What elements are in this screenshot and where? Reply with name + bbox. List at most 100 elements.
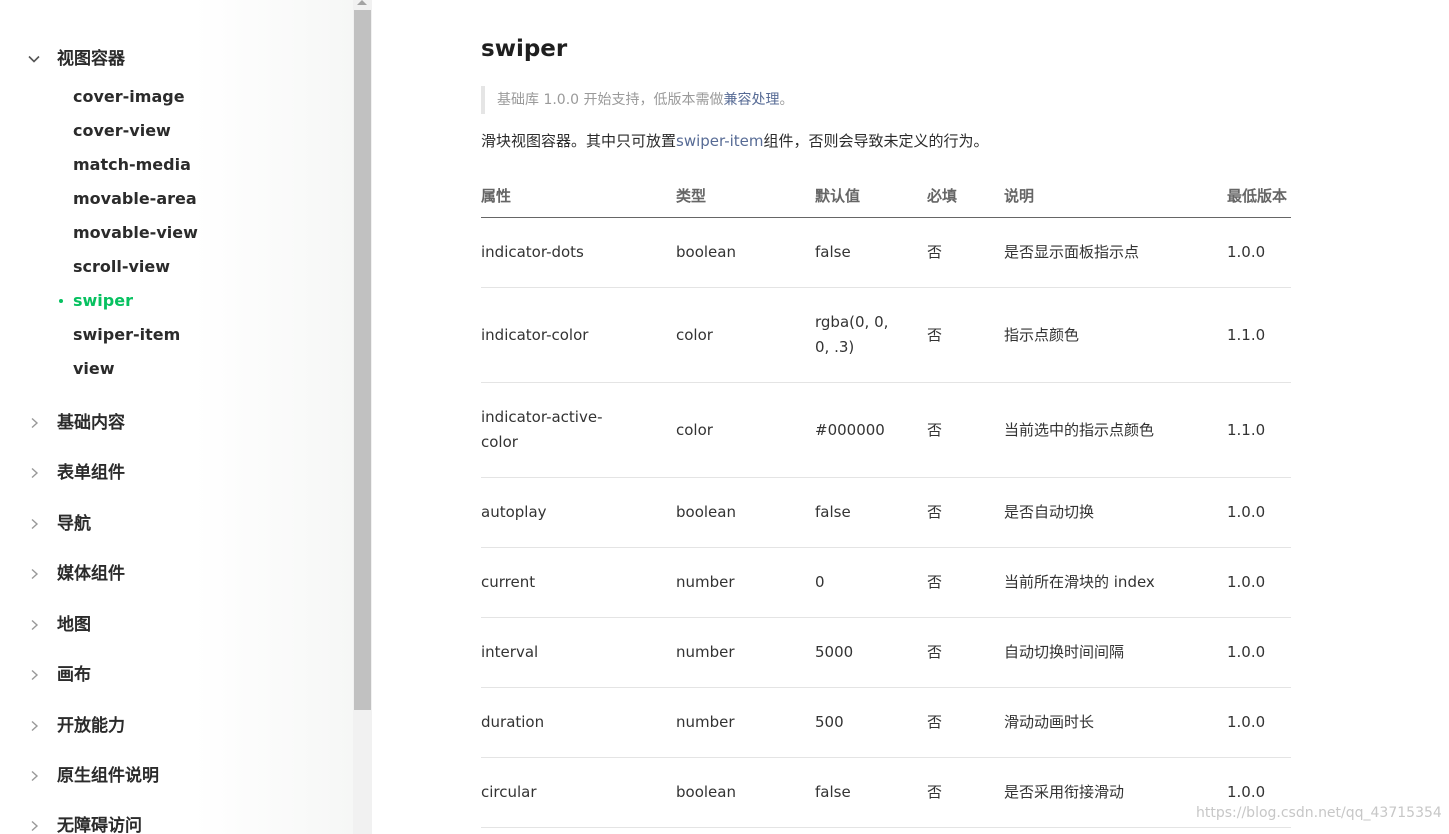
chevron-right-icon[interactable]	[27, 668, 41, 682]
sidebar-item-swiper[interactable]: swiper	[73, 290, 133, 312]
table-row: indicator-active-color color #000000 否 当…	[481, 382, 1291, 478]
cell-type: color	[676, 382, 815, 478]
sidebar-group-basic-content[interactable]: 基础内容	[0, 408, 353, 438]
table-row: indicator-color color rgba(0, 0, 0, .3) …	[481, 287, 1291, 383]
cell-required: 否	[927, 617, 1004, 688]
table-row: interval number 5000 否 自动切换时间间隔 1.0.0	[481, 617, 1291, 688]
cell-default: 5000	[815, 617, 927, 688]
attributes-table: 属性 类型 默认值 必填 说明 最低版本 indicator-dots bool…	[481, 174, 1291, 828]
chevron-right-icon[interactable]	[27, 416, 41, 430]
sidebar-group-label: 画布	[57, 665, 91, 685]
chevron-right-icon[interactable]	[27, 567, 41, 581]
cell-attr: autoplay	[481, 477, 676, 548]
sidebar-group-map[interactable]: 地图	[0, 610, 353, 640]
header-description: 说明	[1004, 174, 1227, 218]
cell-description: 指示点颜色	[1004, 287, 1227, 383]
cell-type: color	[676, 287, 815, 383]
header-type: 类型	[676, 174, 815, 218]
sidebar-group-label: 无障碍访问	[57, 816, 142, 834]
sidebar-group-label: 基础内容	[57, 413, 125, 433]
compat-link[interactable]: 兼容处理	[724, 92, 780, 108]
cell-required: 否	[927, 382, 1004, 478]
sidebar-group-media[interactable]: 媒体组件	[0, 559, 353, 589]
sidebar-item-view[interactable]: view	[73, 358, 115, 380]
cell-type: number	[676, 617, 815, 688]
sidebar-item-movable-area[interactable]: movable-area	[73, 188, 197, 210]
chevron-right-icon[interactable]	[27, 769, 41, 783]
cell-required: 否	[927, 287, 1004, 383]
header-required: 必填	[927, 174, 1004, 218]
page-title: swiper	[481, 36, 568, 62]
scroll-up-arrow-icon[interactable]	[357, 0, 367, 5]
sidebar-group-label: 原生组件说明	[57, 766, 159, 786]
cell-attr: indicator-dots	[481, 217, 676, 288]
cell-type: number	[676, 547, 815, 618]
cell-min-version[interactable]: 1.0.0	[1227, 477, 1291, 548]
table-row: indicator-dots boolean false 否 是否显示面板指示点…	[481, 217, 1291, 288]
cell-type: number	[676, 687, 815, 758]
cell-description: 自动切换时间间隔	[1004, 617, 1227, 688]
scrollbar-thumb[interactable]	[354, 10, 371, 710]
cell-required: 否	[927, 477, 1004, 548]
swiper-item-link[interactable]: swiper-item	[676, 132, 764, 150]
sidebar-item-cover-image[interactable]: cover-image	[73, 86, 185, 108]
sidebar-group-label: 视图容器	[57, 49, 125, 69]
cell-min-version[interactable]: 1.0.0	[1227, 617, 1291, 688]
table-row: circular boolean false 否 是否采用衔接滑动 1.0.0	[481, 757, 1291, 828]
cell-attr: circular	[481, 757, 676, 828]
chevron-right-icon[interactable]	[27, 819, 41, 833]
sidebar-group-label: 地图	[57, 615, 91, 635]
cell-default: 500	[815, 687, 927, 758]
description-suffix: 组件，否则会导致未定义的行为。	[763, 132, 989, 150]
chevron-down-icon[interactable]	[27, 52, 41, 66]
cell-type: boolean	[676, 757, 815, 828]
cell-min-version[interactable]: 1.1.0	[1227, 382, 1291, 478]
cell-required: 否	[927, 757, 1004, 828]
cell-attr: indicator-active-color	[481, 382, 676, 478]
sidebar-group-label: 表单组件	[57, 463, 125, 483]
header-attr: 属性	[481, 174, 676, 218]
sidebar-group-form-components[interactable]: 表单组件	[0, 458, 353, 488]
cell-description: 是否自动切换	[1004, 477, 1227, 548]
cell-default: false	[815, 217, 927, 288]
sidebar-item-scroll-view[interactable]: scroll-view	[73, 256, 170, 278]
cell-description: 滑动动画时长	[1004, 687, 1227, 758]
cell-min-version[interactable]: 1.0.0	[1227, 687, 1291, 758]
sidebar-group-header[interactable]: 视图容器	[0, 44, 353, 74]
cell-description: 当前选中的指示点颜色	[1004, 382, 1227, 478]
cell-default: false	[815, 757, 927, 828]
cell-description: 当前所在滑块的 index	[1004, 547, 1227, 618]
sidebar-item-cover-view[interactable]: cover-view	[73, 120, 171, 142]
cell-default: rgba(0, 0, 0, .3)	[815, 287, 927, 383]
watermark: https://blog.csdn.net/qq_43715354	[1196, 805, 1442, 821]
cell-min-version[interactable]: 1.0.0	[1227, 547, 1291, 618]
sidebar-item-match-media[interactable]: match-media	[73, 154, 191, 176]
cell-required: 否	[927, 687, 1004, 758]
sidebar-group-canvas[interactable]: 画布	[0, 660, 353, 690]
cell-default: 0	[815, 547, 927, 618]
sidebar-group-open-ability[interactable]: 开放能力	[0, 711, 353, 741]
active-dot-icon	[59, 299, 63, 303]
chevron-right-icon[interactable]	[27, 466, 41, 480]
cell-min-version[interactable]: 1.0.0	[1227, 217, 1291, 288]
version-note-text: 基础库 1.0.0 开始支持，低版本需做	[497, 92, 724, 108]
cell-min-version[interactable]: 1.1.0	[1227, 287, 1291, 383]
chevron-right-icon[interactable]	[27, 618, 41, 632]
sidebar-item-swiper-item[interactable]: swiper-item	[73, 324, 180, 346]
sidebar-group-label: 媒体组件	[57, 564, 125, 584]
cell-attr: duration	[481, 687, 676, 758]
cell-default: #000000	[815, 382, 927, 478]
table-header-row: 属性 类型 默认值 必填 说明 最低版本	[481, 174, 1291, 218]
cell-default: false	[815, 477, 927, 548]
sidebar-item-movable-view[interactable]: movable-view	[73, 222, 198, 244]
chevron-right-icon[interactable]	[27, 719, 41, 733]
cell-attr: indicator-color	[481, 287, 676, 383]
sidebar-group-accessibility[interactable]: 无障碍访问	[0, 811, 353, 834]
header-default: 默认值	[815, 174, 927, 218]
table-row: current number 0 否 当前所在滑块的 index 1.0.0	[481, 547, 1291, 618]
chevron-right-icon[interactable]	[27, 517, 41, 531]
header-min-version: 最低版本	[1227, 174, 1291, 218]
table-row: duration number 500 否 滑动动画时长 1.0.0	[481, 687, 1291, 758]
sidebar-group-navigation[interactable]: 导航	[0, 509, 353, 539]
sidebar-group-native-components[interactable]: 原生组件说明	[0, 761, 353, 791]
